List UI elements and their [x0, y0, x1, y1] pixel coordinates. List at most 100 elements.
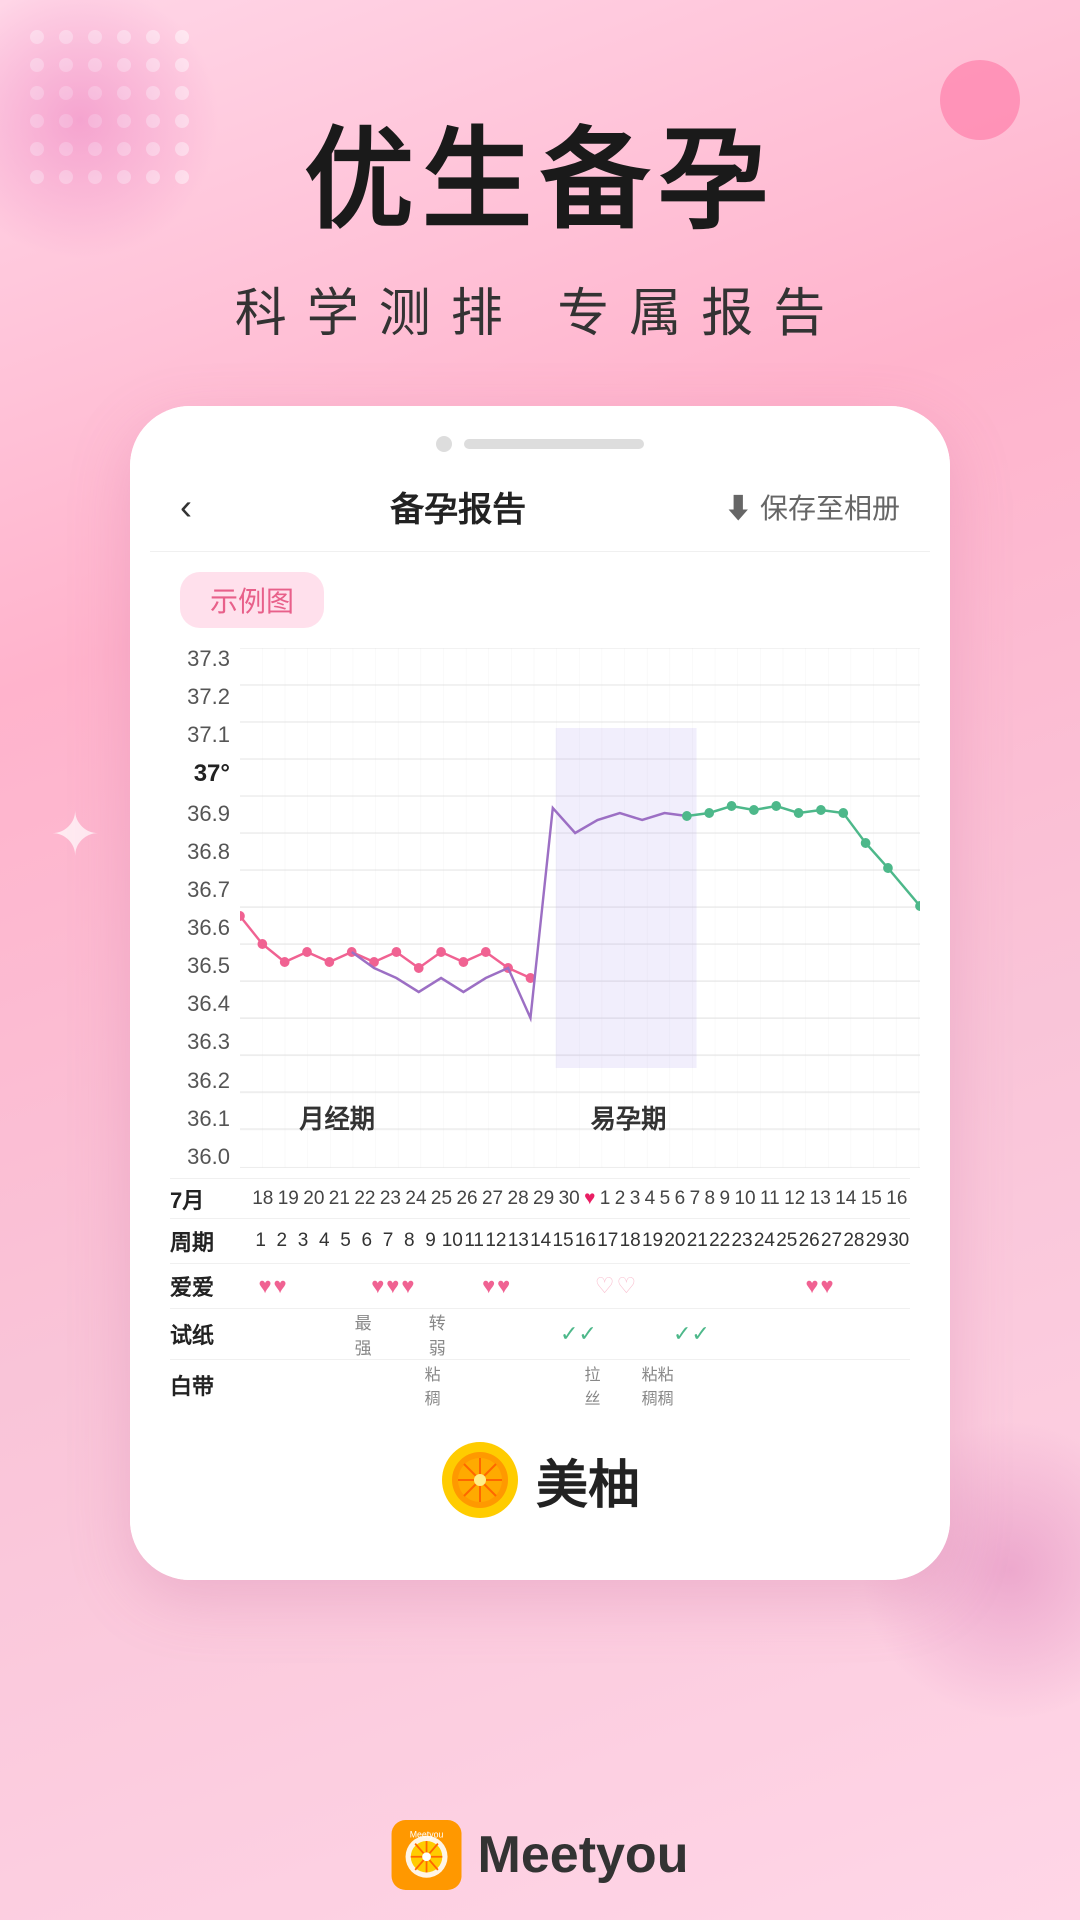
example-badge-section: 示例图: [150, 552, 930, 638]
cycle-2: 2: [272, 1230, 292, 1252]
meiyou-logo-icon: [440, 1440, 520, 1520]
cycle-26: 26: [799, 1230, 820, 1252]
cycle-row: 周期 1 2 3 4 5 6 7 8 9: [170, 1218, 910, 1263]
cycle-23: 23: [731, 1230, 752, 1252]
y-label-368: 36.8: [160, 841, 230, 863]
cycle-11: 11: [464, 1230, 484, 1252]
cycle-1: 1: [251, 1230, 271, 1252]
y-label-365: 36.5: [160, 955, 230, 977]
brand-name: 美柚: [536, 1443, 640, 1518]
date-14: 14: [835, 1188, 856, 1210]
heart-group-3: ♥♥: [482, 1273, 510, 1299]
main-title: 优生备孕: [235, 120, 845, 241]
test-row: 试纸 最强: [170, 1308, 910, 1359]
date-6: 6: [675, 1188, 686, 1210]
test-strongest: 最强: [355, 1309, 372, 1359]
date-12: 12: [784, 1188, 805, 1210]
cycle-14: 14: [530, 1230, 551, 1252]
y-label-363: 36.3: [160, 1031, 230, 1053]
hearts-row: ♥♥ ♥♥♥ ♥♥: [250, 1264, 910, 1308]
discharge-row: 白带: [170, 1359, 910, 1410]
date-7: 7: [690, 1188, 701, 1210]
date-9: 9: [720, 1188, 731, 1210]
cycle-22: 22: [709, 1230, 730, 1252]
y-label-364: 36.4: [160, 993, 230, 1015]
report-header: ‹ 备孕报告 ⬇ 保存至相册: [150, 462, 930, 552]
cycle-21: 21: [687, 1230, 708, 1252]
bottom-logo: 美柚: [160, 1410, 920, 1560]
date-22: 22: [354, 1188, 375, 1210]
date-1: 1: [600, 1188, 611, 1210]
discharge-sticky: 粘稠: [425, 1361, 441, 1409]
chart-area: 月经期 易孕期: [240, 648, 920, 1168]
date-13: 13: [810, 1188, 831, 1210]
date-10: 10: [734, 1188, 755, 1210]
cycle-13: 13: [508, 1230, 529, 1252]
date-26: 26: [456, 1188, 477, 1210]
y-label-360: 36.0: [160, 1146, 230, 1168]
temperature-chart: 37.3 37.2 37.1 37° 36.9 36.8 36.7 36.6 3…: [150, 638, 930, 1560]
discharge-stringy: 拉丝: [584, 1361, 600, 1409]
cycle-20: 20: [664, 1230, 685, 1252]
cycle-6: 6: [357, 1230, 377, 1252]
cycle-29: 29: [866, 1230, 887, 1252]
sparkle-decoration: ✦: [50, 800, 100, 870]
cycle-30: 30: [888, 1230, 909, 1252]
date-21: 21: [329, 1188, 350, 1210]
save-button[interactable]: ⬇ 保存至相册: [724, 487, 900, 527]
test-items: 最强 转弱 ✓✓: [250, 1309, 910, 1359]
date-19: 19: [278, 1188, 299, 1210]
phone-notch-dot: [436, 436, 452, 452]
cycle-5: 5: [336, 1230, 356, 1252]
svg-text:易孕期: 易孕期: [591, 1105, 667, 1134]
month-dates: 18 19 20 21 22 23 24 25 26 27 28 29: [250, 1188, 910, 1210]
test-label: 试纸: [170, 1312, 250, 1356]
back-button[interactable]: ‹: [180, 486, 192, 528]
title-section: 优生备孕 科学测排 专属报告: [235, 120, 845, 346]
date-15: 15: [861, 1188, 882, 1210]
cycle-4: 4: [314, 1230, 334, 1252]
y-axis: 37.3 37.2 37.1 37° 36.9 36.8 36.7 36.6 3…: [160, 648, 240, 1168]
cycle-25: 25: [776, 1230, 797, 1252]
date-11: 11: [760, 1188, 780, 1210]
y-label-366: 36.6: [160, 917, 230, 939]
example-badge: 示例图: [180, 572, 324, 628]
y-label-369: 36.9: [160, 803, 230, 825]
cycle-27: 27: [821, 1230, 842, 1252]
date-28: 28: [508, 1188, 529, 1210]
date-25: 25: [431, 1188, 452, 1210]
date-8: 8: [705, 1188, 716, 1210]
cycle-19: 19: [642, 1230, 663, 1252]
cycle-16: 16: [575, 1230, 596, 1252]
phone-topbar: [150, 436, 930, 452]
y-label-373: 37.3: [160, 648, 230, 670]
date-heart: ♥: [584, 1188, 595, 1210]
cycle-10: 10: [442, 1230, 463, 1252]
date-29: 29: [533, 1188, 554, 1210]
heart-group-4: ♡♡: [595, 1273, 636, 1299]
y-label-37: 37°: [160, 762, 230, 786]
date-23: 23: [380, 1188, 401, 1210]
blob-decoration-topleft: [0, 0, 220, 260]
cycle-3: 3: [293, 1230, 313, 1252]
date-18: 18: [252, 1188, 273, 1210]
discharge-label: 白带: [170, 1363, 250, 1407]
love-content: ♥♥ ♥♥♥ ♥♥: [250, 1264, 910, 1308]
y-label-361: 36.1: [160, 1108, 230, 1130]
cycle-values: 1 2 3 4 5 6 7 8 9 10 11: [250, 1226, 910, 1256]
report-title: 备孕报告: [390, 482, 526, 531]
decorative-circle: [940, 60, 1020, 140]
cycle-7: 7: [378, 1230, 398, 1252]
y-label-367: 36.7: [160, 879, 230, 901]
y-label-362: 36.2: [160, 1070, 230, 1092]
cycle-12: 12: [485, 1230, 506, 1252]
month-label: 7月: [170, 1183, 250, 1215]
test-weakening: 转弱: [429, 1309, 446, 1359]
cycle-24: 24: [754, 1230, 775, 1252]
cycle-9: 9: [420, 1230, 440, 1252]
svg-text:Meetyou: Meetyou: [410, 1830, 444, 1840]
y-label-371: 37.1: [160, 724, 230, 746]
heart-group-5: ♥♥: [805, 1273, 833, 1299]
date-4: 4: [645, 1188, 656, 1210]
test-content: 最强 转弱 ✓✓: [250, 1309, 910, 1359]
